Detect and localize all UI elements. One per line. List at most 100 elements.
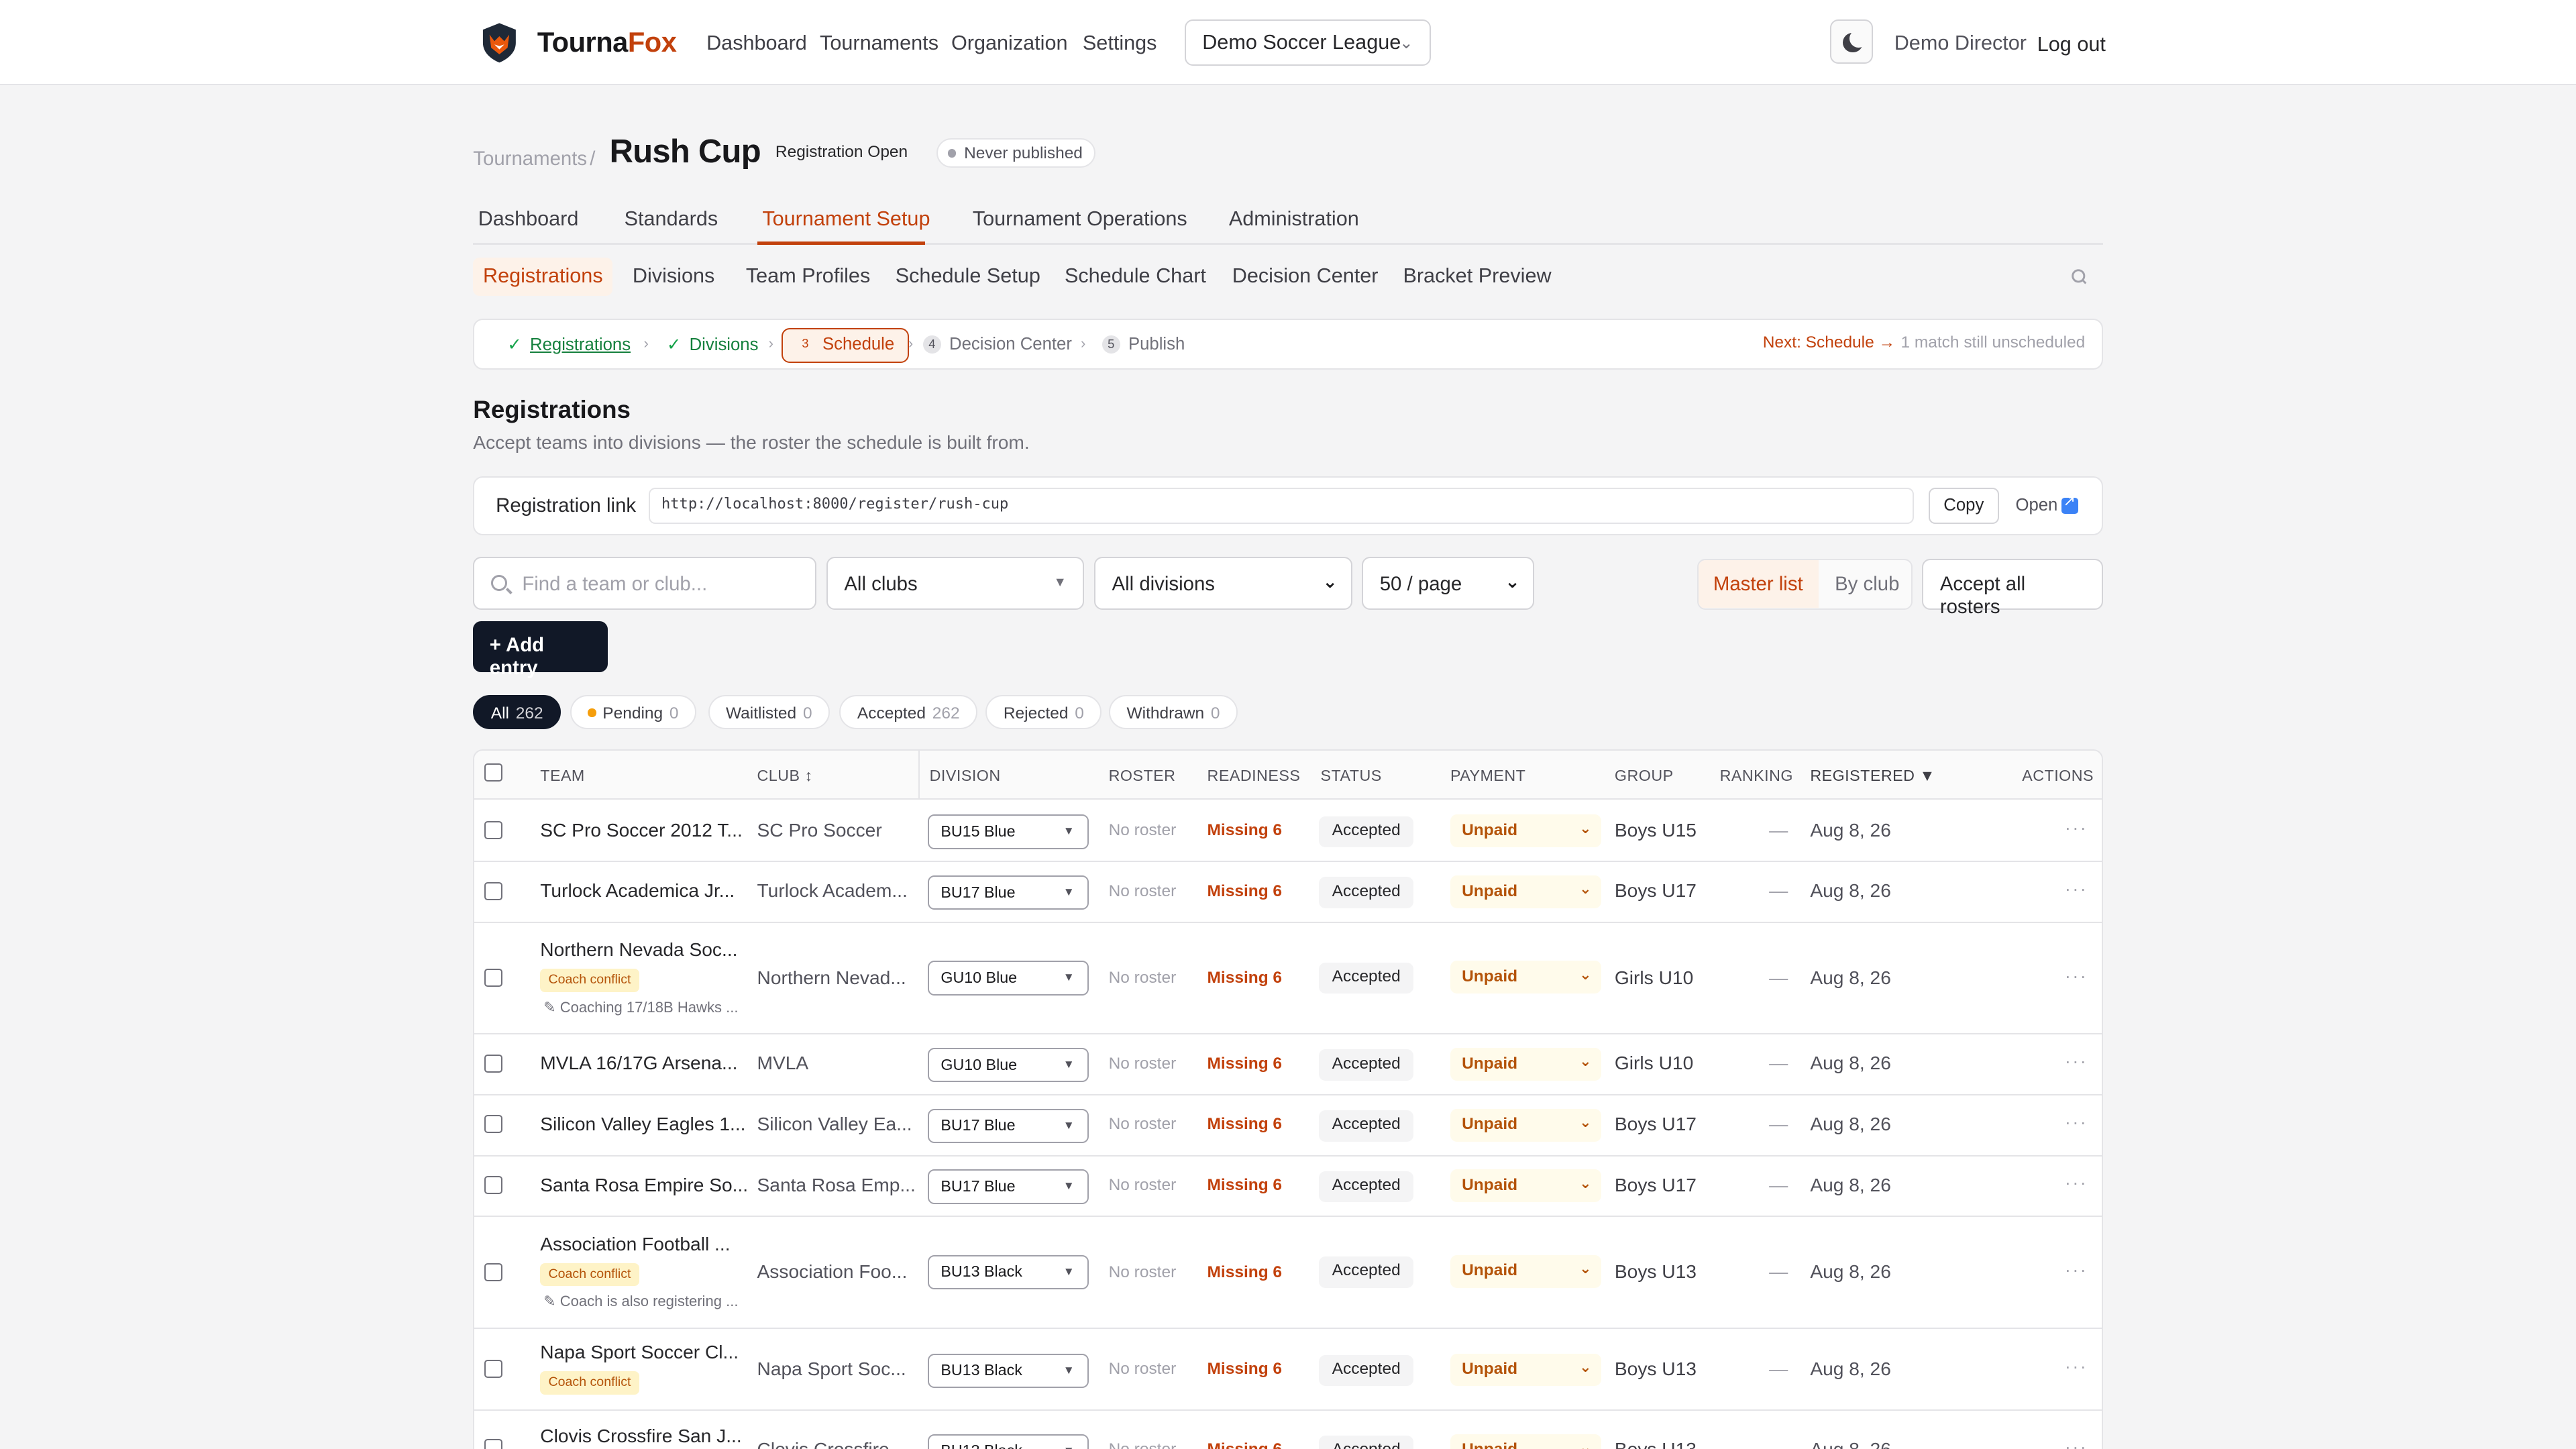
more-actions-icon[interactable]: ··· — [2065, 1051, 2088, 1072]
header-status[interactable]: STATUS — [1321, 767, 1382, 785]
open-link[interactable]: Open — [2015, 496, 2057, 515]
header-registered[interactable]: REGISTERED ▼ — [1810, 767, 1935, 785]
search-button[interactable] — [2055, 256, 2103, 298]
filter-pill-pending[interactable]: Pending 0 — [570, 694, 696, 730]
header-payment[interactable]: PAYMENT — [1450, 767, 1525, 785]
team-name[interactable]: Silicon Valley Eagles 1... — [540, 1114, 745, 1135]
row-checkbox[interactable] — [484, 1360, 502, 1379]
subtab-schedule-setup[interactable]: Schedule Setup — [896, 264, 1040, 288]
subtab-decision-center[interactable]: Decision Center — [1232, 264, 1379, 288]
table-row[interactable]: MVLA 16/17G Arsena... MVLA GU10 Blue ▼ No… — [474, 1034, 2102, 1096]
subtab-divisions[interactable]: Divisions — [633, 264, 714, 288]
table-row[interactable]: Napa Sport Soccer Cl... Coach conflict N… — [474, 1329, 2102, 1411]
step-registrations[interactable]: ✓ Registrations — [507, 335, 631, 355]
table-row[interactable]: Northern Nevada Soc... Coach conflict ✎ … — [474, 923, 2102, 1035]
breadcrumb-tournaments[interactable]: Tournaments — [473, 148, 587, 170]
row-checkbox[interactable] — [484, 1054, 502, 1073]
team-name[interactable]: SC Pro Soccer 2012 T... — [540, 820, 743, 841]
subtab-team-profiles[interactable]: Team Profiles — [746, 264, 870, 288]
more-actions-icon[interactable]: ··· — [2065, 1173, 2088, 1193]
payment-select[interactable]: Unpaid ⌄ — [1450, 1353, 1602, 1387]
header-ranking[interactable]: RANKING — [1720, 767, 1793, 785]
row-checkbox[interactable] — [484, 1263, 502, 1281]
payment-select[interactable]: Unpaid ⌄ — [1450, 875, 1602, 908]
nav-dashboard[interactable]: Dashboard — [706, 32, 807, 55]
external-link-icon[interactable] — [2061, 492, 2078, 515]
row-checkbox[interactable] — [484, 821, 502, 839]
table-row[interactable]: Clovis Crossfire San J... Clovis Crossfi… — [474, 1411, 2101, 1449]
row-checkbox[interactable] — [484, 881, 502, 900]
subtab-schedule-chart[interactable]: Schedule Chart — [1065, 264, 1206, 288]
division-filter-select[interactable]: All divisions ⌄ — [1094, 557, 1352, 610]
header-group[interactable]: GROUP — [1615, 767, 1674, 785]
team-name[interactable]: Association Football ... — [540, 1234, 730, 1255]
more-actions-icon[interactable]: ··· — [2065, 1356, 2088, 1377]
subtab-registrations[interactable]: Registrations — [473, 258, 613, 296]
theme-toggle-button[interactable] — [1830, 19, 1873, 64]
table-row[interactable]: Turlock Academica Jr... Turlock Academ..… — [474, 862, 2102, 923]
table-row[interactable]: Association Football ... Coach conflict … — [474, 1217, 2102, 1329]
add-entry-button[interactable]: + Add entry — [473, 621, 608, 679]
team-name[interactable]: Northern Nevada Soc... — [540, 939, 737, 961]
accept-all-rosters-button[interactable]: Accept all rosters — [1922, 558, 2103, 618]
payment-select[interactable]: Unpaid ⌄ — [1450, 1169, 1602, 1203]
filter-pill-rejected[interactable]: Rejected 0 — [985, 694, 1102, 730]
division-select[interactable]: BU17 Blue ▼ — [928, 1108, 1089, 1144]
logout-link[interactable]: Log out — [2037, 33, 2106, 56]
header-division[interactable]: DIVISION — [930, 767, 1001, 785]
header-roster[interactable]: ROSTER — [1109, 767, 1176, 785]
header-club[interactable]: CLUB ↕ — [757, 767, 813, 785]
payment-select[interactable]: Unpaid ⌄ — [1450, 1434, 1602, 1449]
team-search-input[interactable]: Find a team or club... — [473, 557, 817, 610]
header-readiness[interactable]: READINESS — [1208, 767, 1301, 785]
nav-settings[interactable]: Settings — [1083, 32, 1157, 55]
table-row[interactable]: SC Pro Soccer 2012 T... SC Pro Soccer BU… — [474, 802, 2102, 863]
division-select[interactable]: GU10 Blue ▼ — [928, 1047, 1089, 1083]
row-checkbox[interactable] — [484, 969, 502, 987]
page-size-select[interactable]: 50 / page ⌄ — [1362, 557, 1535, 610]
team-name[interactable]: Clovis Crossfire San J... — [540, 1426, 741, 1447]
user-name[interactable]: Demo Director — [1894, 32, 2027, 55]
team-name[interactable]: Turlock Academica Jr... — [540, 880, 735, 902]
table-row[interactable]: Santa Rosa Empire So... Santa Rosa Emp..… — [474, 1157, 2102, 1218]
row-checkbox[interactable] — [484, 1176, 502, 1194]
step-schedule[interactable]: 3 Schedule — [782, 328, 909, 363]
table-row[interactable]: Silicon Valley Eagles 1... Silicon Valle… — [474, 1095, 2102, 1157]
filter-pill-all[interactable]: All 262 — [473, 694, 561, 730]
team-name[interactable]: Napa Sport Soccer Cl... — [540, 1342, 739, 1363]
filter-pill-accepted[interactable]: Accepted 262 — [839, 694, 978, 730]
header-team[interactable]: TEAM — [540, 767, 585, 785]
subtab-bracket-preview[interactable]: Bracket Preview — [1403, 264, 1551, 288]
tab-standards[interactable]: Standards — [625, 207, 718, 231]
more-actions-icon[interactable]: ··· — [2065, 1260, 2088, 1281]
team-name[interactable]: Santa Rosa Empire So... — [540, 1175, 748, 1196]
division-select[interactable]: GU10 Blue ▼ — [928, 961, 1089, 996]
filter-pill-withdrawn[interactable]: Withdrawn 0 — [1109, 694, 1238, 730]
registration-link-input[interactable]: http://localhost:8000/register/rush-cup — [648, 487, 1914, 524]
brand-name[interactable]: TournaFox — [537, 26, 677, 58]
step-publish[interactable]: 5 Publish — [1102, 335, 1185, 354]
fox-shield-logo-icon[interactable] — [480, 21, 519, 64]
step-decision-center[interactable]: 4 Decision Center — [922, 335, 1072, 354]
next-step-link[interactable]: Next: Schedule → — [1763, 333, 1895, 352]
step-divisions[interactable]: ✓ Divisions — [667, 335, 759, 355]
division-select[interactable]: BU13 Black ▼ — [928, 1434, 1089, 1449]
more-actions-icon[interactable]: ··· — [2065, 966, 2088, 987]
tab-administration[interactable]: Administration — [1229, 207, 1359, 231]
division-select[interactable]: BU15 Blue ▼ — [928, 814, 1089, 849]
more-actions-icon[interactable]: ··· — [2065, 1112, 2088, 1133]
copy-button[interactable]: Copy — [1928, 487, 1999, 524]
payment-select[interactable]: Unpaid ⌄ — [1450, 961, 1602, 994]
division-select[interactable]: BU17 Blue ▼ — [928, 1169, 1089, 1204]
by-club-toggle[interactable]: By club — [1835, 573, 1899, 596]
payment-select[interactable]: Unpaid ⌄ — [1450, 814, 1602, 848]
tab-dashboard[interactable]: Dashboard — [478, 207, 579, 231]
division-select[interactable]: BU13 Black ▼ — [928, 1353, 1089, 1388]
master-list-toggle[interactable]: Master list — [1698, 559, 1819, 608]
tab-tournament-operations[interactable]: Tournament Operations — [973, 207, 1187, 231]
team-name[interactable]: MVLA 16/17G Arsena... — [540, 1053, 737, 1074]
division-select[interactable]: BU13 Black ▼ — [928, 1254, 1089, 1289]
more-actions-icon[interactable]: ··· — [2065, 818, 2088, 839]
nav-organization[interactable]: Organization — [951, 32, 1068, 55]
row-checkbox[interactable] — [484, 1115, 502, 1134]
